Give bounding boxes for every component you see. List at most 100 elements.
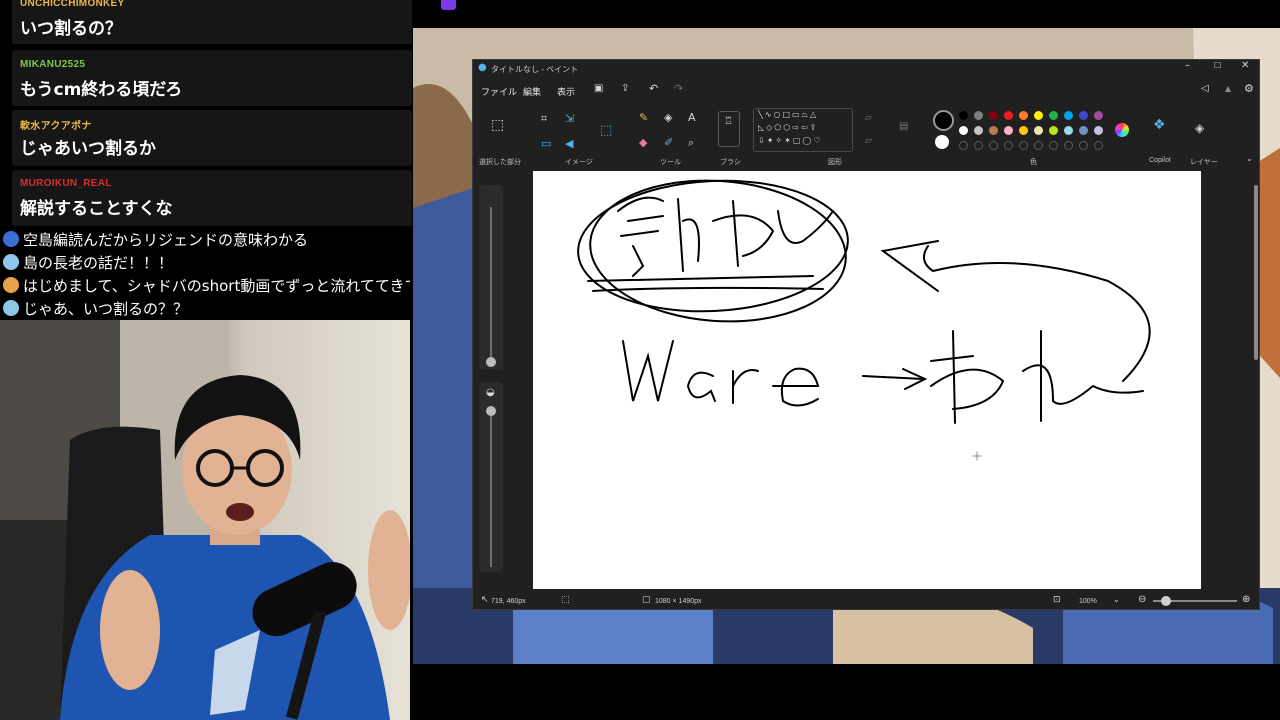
pencil-icon[interactable]: ✎ xyxy=(639,112,648,123)
custom-color-slot[interactable] xyxy=(1004,141,1013,150)
live-chat-text: 空島編読んだからリジェンドの意味わかる xyxy=(23,230,309,249)
streamer-image xyxy=(0,320,410,720)
undo-icon[interactable]: ↶ xyxy=(649,83,658,94)
fit-to-window-icon[interactable]: ⊡ xyxy=(1053,596,1061,605)
custom-color-slot[interactable] xyxy=(1034,141,1043,150)
primary-color-swatch[interactable] xyxy=(933,110,954,131)
color-swatch[interactable] xyxy=(974,111,983,120)
color-swatch[interactable] xyxy=(1079,111,1088,120)
outline-icon[interactable]: ▱ xyxy=(865,114,872,123)
selection-icon[interactable]: ⬚ xyxy=(491,118,504,132)
zoom-in-icon[interactable]: ⊕ xyxy=(1242,595,1250,605)
live-chat-panel: 空島編読んだからリジェンドの意味わかる 島の長老の話だ！！！ はじめまして、シャ… xyxy=(0,228,410,320)
color-swatch[interactable] xyxy=(1049,126,1058,135)
slider-thumb[interactable] xyxy=(486,357,496,367)
cloud-icon[interactable]: ▲ xyxy=(1225,85,1231,93)
vertical-scrollbar[interactable] xyxy=(1254,185,1258,360)
menu-edit[interactable]: 編集 xyxy=(523,85,541,98)
custom-color-slot[interactable] xyxy=(1079,141,1088,150)
custom-color-slot[interactable] xyxy=(959,141,968,150)
zoom-level[interactable]: 100% xyxy=(1079,598,1097,605)
color-swatch[interactable] xyxy=(1019,126,1028,135)
group-label-tools: ツール xyxy=(660,159,681,166)
cursor-position: 719, 460px xyxy=(491,598,526,605)
group-label-brush: ブラシ xyxy=(720,159,741,166)
color-swatch[interactable] xyxy=(974,126,983,135)
brush-size-slider[interactable] xyxy=(479,185,503,369)
magnifier-icon[interactable]: ⌕ xyxy=(688,137,694,148)
group-label-selection: 選択した部分 xyxy=(479,159,521,166)
color-swatch[interactable] xyxy=(959,126,968,135)
custom-color-slot[interactable] xyxy=(1064,141,1073,150)
color-swatch[interactable] xyxy=(1004,126,1013,135)
slider-thumb[interactable] xyxy=(486,406,496,416)
maximize-icon[interactable]: ☐ xyxy=(1214,62,1221,70)
custom-color-slot[interactable] xyxy=(1049,141,1058,150)
brush-button[interactable]: ♖ xyxy=(718,111,740,147)
eraser-icon[interactable]: ◆ xyxy=(639,137,647,148)
share-icon[interactable]: ⇪ xyxy=(621,84,629,94)
color-swatch[interactable] xyxy=(1034,126,1043,135)
opacity-slider[interactable]: ◒ xyxy=(479,382,503,572)
chat-message: UNCHICCHIMONKEY いつ割るの？ xyxy=(12,0,412,44)
live-chat-text: じゃあ、いつ割るの？？ xyxy=(23,299,189,318)
redo-icon[interactable]: ↷ xyxy=(674,83,683,94)
layers-icon[interactable]: ◈ xyxy=(1195,122,1204,134)
zoom-out-icon[interactable]: ⊖ xyxy=(1138,595,1146,605)
live-chat-line: 島の長老の話だ！！！ xyxy=(3,252,173,272)
save-icon[interactable]: ▣ xyxy=(594,84,603,94)
close-icon[interactable]: ✕ xyxy=(1241,61,1249,71)
color-swatch[interactable] xyxy=(1079,126,1088,135)
crop-icon[interactable]: ⌗ xyxy=(541,113,547,124)
color-swatch[interactable] xyxy=(959,111,968,120)
menu-file[interactable]: ファイル xyxy=(481,85,517,98)
user-avatar-icon xyxy=(3,277,19,293)
color-swatch[interactable] xyxy=(1049,111,1058,120)
webcam-feed xyxy=(0,320,410,720)
zoom-slider-thumb[interactable] xyxy=(1161,596,1171,606)
window-title: タイトルなし - ペイント xyxy=(491,65,579,74)
image-select-icon[interactable]: ⬚ xyxy=(600,124,612,137)
canvas-drawing xyxy=(577,179,1151,461)
drawing-canvas[interactable] xyxy=(533,171,1201,589)
paint-window[interactable]: ● タイトルなし - ペイント – ☐ ✕ ファイル 編集 表示 ▣ ⇪ ↶ ↷… xyxy=(472,59,1260,610)
settings-gear-icon[interactable]: ⚙ xyxy=(1244,83,1254,94)
group-label-colors: 色 xyxy=(1030,159,1037,166)
zoom-slider[interactable] xyxy=(1153,596,1237,606)
copilot-icon[interactable]: ❖ xyxy=(1153,118,1166,132)
custom-color-slot[interactable] xyxy=(974,141,983,150)
text-icon[interactable]: A xyxy=(688,112,696,123)
zoom-dropdown-chevron-icon[interactable]: ⌄ xyxy=(1113,596,1120,604)
chevron-down-icon[interactable]: ⌄ xyxy=(1246,155,1253,163)
menu-view[interactable]: 表示 xyxy=(557,85,575,98)
color-swatch[interactable] xyxy=(989,126,998,135)
user-avatar-icon xyxy=(3,300,19,316)
color-swatch[interactable] xyxy=(1004,111,1013,120)
rotate-icon[interactable]: ▭ xyxy=(541,138,551,149)
user-avatar-icon xyxy=(3,231,19,247)
chat-message: MIKANU2525 もうcm終わる頃だろ xyxy=(12,50,412,106)
color-swatch[interactable] xyxy=(1094,111,1103,120)
fill-shape-icon[interactable]: ▱ xyxy=(865,137,872,146)
edit-colors-icon[interactable] xyxy=(1115,123,1129,137)
color-swatch[interactable] xyxy=(1019,111,1028,120)
secondary-color-swatch[interactable] xyxy=(935,135,949,149)
chat-username: UNCHICCHIMONKEY xyxy=(20,0,125,9)
color-swatch[interactable] xyxy=(1064,111,1073,120)
minimize-icon[interactable]: – xyxy=(1185,61,1190,71)
fill-icon[interactable]: ◈ xyxy=(664,112,672,123)
custom-color-slot[interactable] xyxy=(1019,141,1028,150)
shape-style-icon[interactable]: ▤ xyxy=(899,122,908,132)
color-swatch[interactable] xyxy=(989,111,998,120)
shapes-gallery[interactable]: ╲∿○□▭⏢△ ◺◇⬠⬡⇨⇦⇧ ⇩✦✧✶▢◯♡ xyxy=(753,108,853,152)
color-swatch[interactable] xyxy=(1064,126,1073,135)
share-out-icon[interactable]: ◁ xyxy=(1201,84,1209,94)
color-swatch[interactable] xyxy=(1094,126,1103,135)
custom-color-slot[interactable] xyxy=(989,141,998,150)
resize-icon[interactable]: ⇲ xyxy=(565,113,574,124)
color-swatch[interactable] xyxy=(1034,111,1043,120)
color-picker-icon[interactable]: ✐ xyxy=(664,137,673,148)
custom-color-slot[interactable] xyxy=(1094,141,1103,150)
group-label-layers: レイヤー xyxy=(1190,159,1218,166)
flip-icon[interactable]: ◀ xyxy=(565,138,573,149)
